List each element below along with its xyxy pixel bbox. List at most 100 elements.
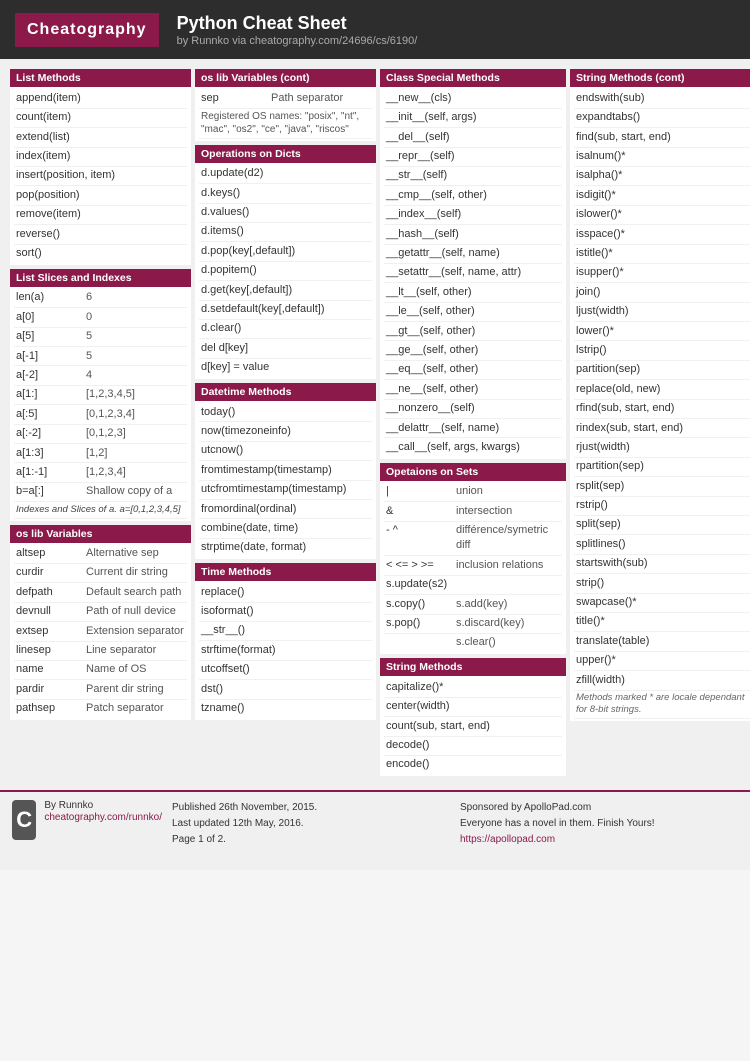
list-item: tzname(): [199, 700, 372, 718]
table-row: pathsepPatch separator: [14, 700, 187, 718]
section-ops-on-sets: Opetaions on Sets|union&intersection- ^d…: [380, 463, 566, 655]
column-2: Class Special Methods__new__(cls)__init_…: [378, 67, 568, 782]
footer-center: Published 26th November, 2015. Last upda…: [172, 800, 450, 862]
row-val: 5: [86, 329, 185, 344]
table-row: s.copy()s.add(key): [384, 595, 562, 614]
table-row: |union: [384, 483, 562, 502]
row-val: s.clear(): [456, 635, 560, 650]
row-val: Patch separator: [86, 701, 185, 716]
list-item: d.values(): [199, 204, 372, 223]
row-val: Extension separator: [86, 624, 185, 639]
section-body-class-special-methods: __new__(cls)__init__(self, args)__del__(…: [380, 87, 566, 458]
table-row: s.pop()s.discard(key): [384, 615, 562, 634]
row-key: a[0]: [16, 310, 86, 325]
section-body-ops-on-sets: |union&intersection- ^différence/symetri…: [380, 481, 566, 655]
row-key: a[1:-1]: [16, 465, 86, 480]
section-body-list-slices: len(a)6a[0]0a[5]5a[-1]5a[-2]4a[1:][1,2,3…: [10, 287, 191, 521]
row-val: différence/symetric diff: [456, 523, 560, 554]
section-ops-on-dicts: Operations on Dictsd.update(d2)d.keys()d…: [195, 145, 376, 379]
footer-published: Published 26th November, 2015.: [172, 800, 450, 816]
footer-author-info: By Runnko cheatography.com/runnko/: [44, 800, 162, 823]
list-item: d.keys(): [199, 184, 372, 203]
footer-author-link[interactable]: cheatography.com/runnko/: [44, 812, 162, 823]
list-item: replace(): [199, 583, 372, 602]
table-row: nameName of OS: [14, 661, 187, 680]
section-datetime-methods: Datetime Methodstoday()now(timezoneinfo)…: [195, 383, 376, 559]
section-header-datetime-methods: Datetime Methods: [195, 383, 376, 401]
row-key: linesep: [16, 643, 86, 658]
list-item: d.pop(key[,default]): [199, 242, 372, 261]
section-header-ops-on-sets: Opetaions on Sets: [380, 463, 566, 481]
list-item: reverse(): [14, 225, 187, 244]
table-row: curdirCurrent dir string: [14, 564, 187, 583]
list-item: expandtabs(): [574, 109, 750, 128]
list-item: rstrip(): [574, 497, 750, 516]
list-item: isalpha()*: [574, 167, 750, 186]
row-key: a[:-2]: [16, 426, 86, 441]
section-os-lib-vars-cont: os lib Variables (cont)sepPath separator…: [195, 69, 376, 140]
footer-logo-letter: C: [12, 800, 36, 840]
row-key: a[-2]: [16, 368, 86, 383]
section-body-ops-on-dicts: d.update(d2)d.keys()d.values()d.items()d…: [195, 163, 376, 379]
list-item: __ge__(self, other): [384, 341, 562, 360]
list-item: d[key] = value: [199, 359, 372, 377]
list-item: d.setdefault(key[,default]): [199, 301, 372, 320]
row-key: name: [16, 662, 86, 677]
section-header-list-methods: List Methods: [10, 69, 191, 87]
list-item: capitalize()*: [384, 678, 562, 697]
section-os-lib-vars: os lib VariablesaltsepAlternative sepcur…: [10, 525, 191, 721]
list-item: today(): [199, 403, 372, 422]
list-item: __str__(): [199, 622, 372, 641]
list-item: fromordinal(ordinal): [199, 500, 372, 519]
row-key: a[5]: [16, 329, 86, 344]
list-item: istitle()*: [574, 245, 750, 264]
logo: Cheatography: [15, 13, 159, 47]
table-row: sepPath separator: [199, 89, 372, 108]
list-item: __lt__(self, other): [384, 283, 562, 302]
list-item: partition(sep): [574, 361, 750, 380]
list-item: pop(position): [14, 186, 187, 205]
row-key: defpath: [16, 585, 86, 600]
main-content: List Methodsappend(item)count(item)exten…: [0, 59, 750, 790]
list-item: rsplit(sep): [574, 477, 750, 496]
row-key: a[1:]: [16, 387, 86, 402]
list-item: find(sub, start, end): [574, 128, 750, 147]
section-body-datetime-methods: today()now(timezoneinfo)utcnow()fromtime…: [195, 401, 376, 559]
row-val: 4: [86, 368, 185, 383]
list-item: combine(date, time): [199, 519, 372, 538]
list-item: decode(): [384, 737, 562, 756]
list-item: insert(position, item): [14, 167, 187, 186]
list-item: d.popitem(): [199, 262, 372, 281]
list-item: isoformat(): [199, 603, 372, 622]
list-item: isupper()*: [574, 264, 750, 283]
table-row: < <= > >=inclusion relations: [384, 556, 562, 575]
column-3: String Methods (cont)endswith(sub)expand…: [568, 67, 750, 782]
column-1: os lib Variables (cont)sepPath separator…: [193, 67, 378, 782]
footer-sponsor-link[interactable]: https://apollopad.com: [460, 834, 555, 845]
section-header-os-lib-vars: os lib Variables: [10, 525, 191, 543]
section-list-methods: List Methodsappend(item)count(item)exten…: [10, 69, 191, 265]
row-key: < <= > >=: [386, 558, 456, 573]
section-note: Indexes and Slices of a. a=[0,1,2,3,4,5]: [14, 502, 187, 518]
list-item: isdigit()*: [574, 186, 750, 205]
list-item: __le__(self, other): [384, 303, 562, 322]
row-key: sep: [201, 91, 271, 106]
footer-sponsor-text: Everyone has a novel in them. Finish You…: [460, 816, 738, 832]
list-item: __hash__(self): [384, 225, 562, 244]
list-item: startswith(sub): [574, 555, 750, 574]
row-key: altsep: [16, 546, 86, 561]
list-item: islower()*: [574, 206, 750, 225]
row-val: union: [456, 484, 560, 499]
footer: C By Runnko cheatography.com/runnko/ Pub…: [0, 790, 750, 870]
list-item: isspace()*: [574, 225, 750, 244]
list-item: extend(list): [14, 128, 187, 147]
column-0: List Methodsappend(item)count(item)exten…: [8, 67, 193, 782]
list-item: __eq__(self, other): [384, 361, 562, 380]
section-header-list-slices: List Slices and Indexes: [10, 269, 191, 287]
list-item: __gt__(self, other): [384, 322, 562, 341]
row-val: [456, 577, 560, 592]
row-val: s.add(key): [456, 597, 560, 612]
list-item: endswith(sub): [574, 89, 750, 108]
table-row: devnullPath of null device: [14, 603, 187, 622]
list-item: __ne__(self, other): [384, 380, 562, 399]
